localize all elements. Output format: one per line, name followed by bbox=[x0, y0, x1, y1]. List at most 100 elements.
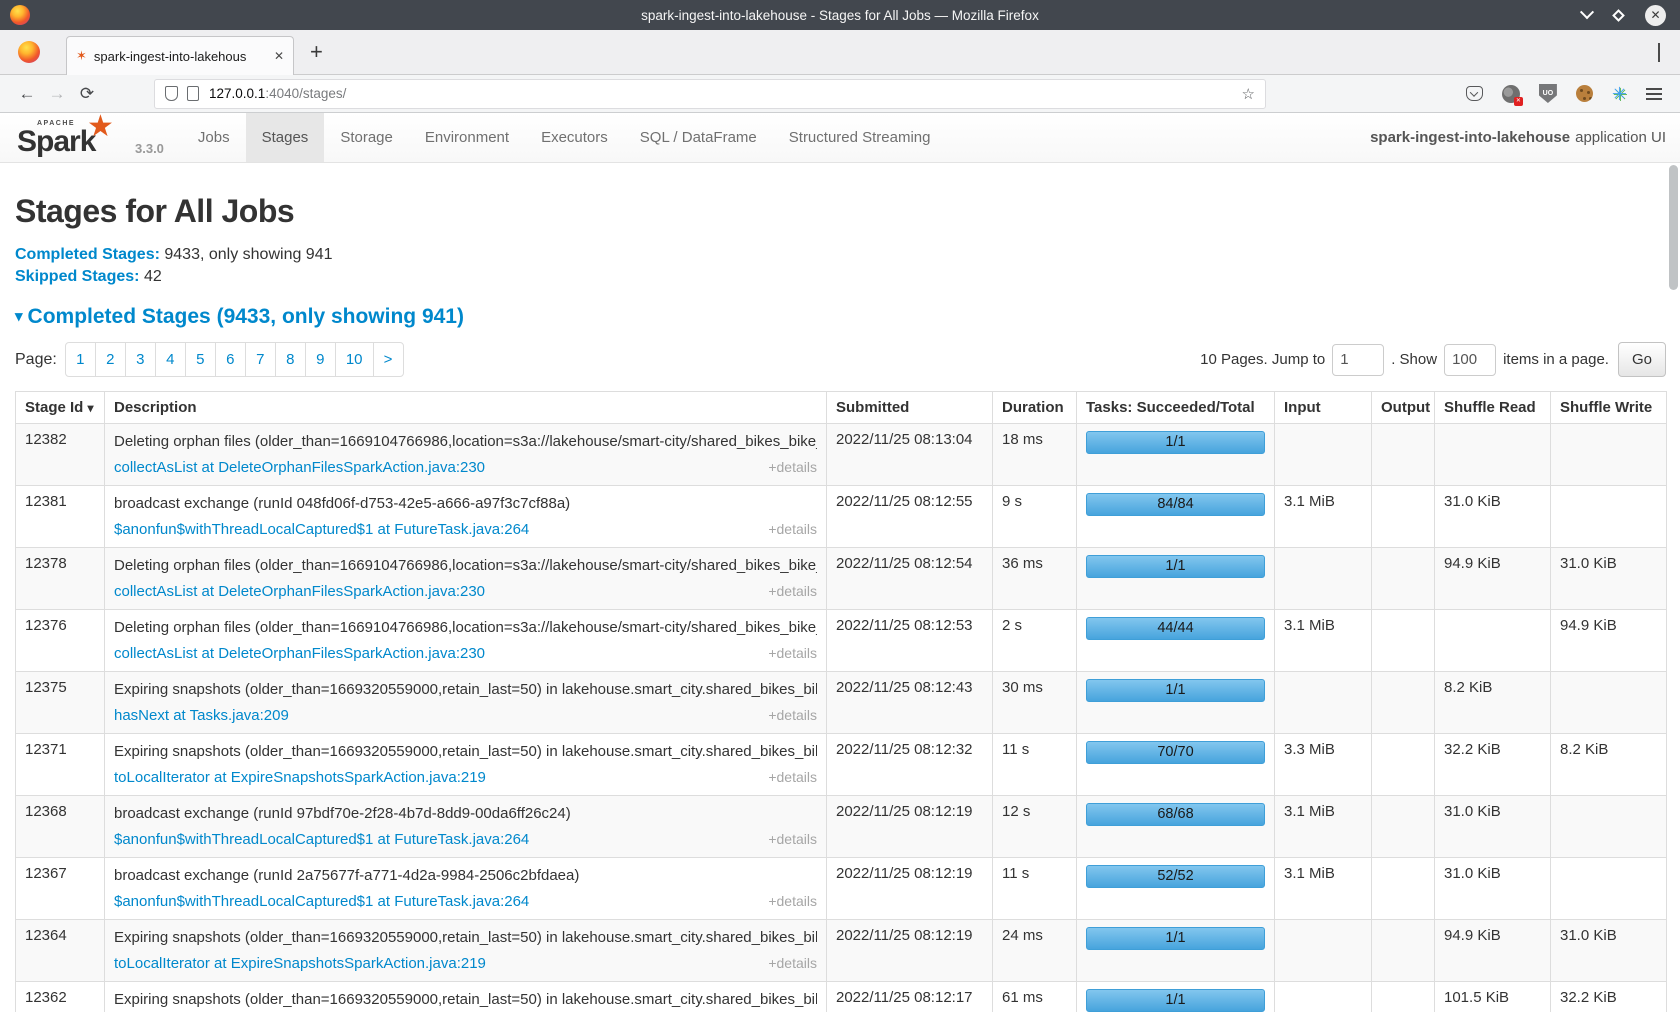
details-toggle[interactable]: +details bbox=[768, 581, 817, 602]
spark-star-icon: ★ bbox=[87, 109, 114, 144]
submitted-cell: 2022/11/25 08:12:19 bbox=[827, 920, 993, 982]
window-minimize-icon[interactable] bbox=[1580, 5, 1594, 19]
tracking-shield-icon[interactable] bbox=[165, 86, 178, 101]
spark-nav-storage[interactable]: Storage bbox=[324, 113, 409, 162]
browser-tab[interactable]: ✶ spark-ingest-into-lakehous ✕ bbox=[66, 36, 294, 75]
vertical-scrollbar-thumb[interactable] bbox=[1669, 165, 1678, 290]
spark-logo[interactable]: APACHE Spark ★ bbox=[15, 113, 133, 162]
col-stage-id[interactable]: Stage Id ▾ bbox=[16, 392, 105, 424]
stage-detail-link[interactable]: toLocalIterator at ExpireSnapshotsSparkA… bbox=[114, 953, 486, 974]
list-all-tabs-button[interactable] bbox=[1658, 43, 1660, 61]
stage-description: Expiring snapshots (older_than=166932055… bbox=[114, 741, 817, 762]
details-toggle[interactable]: +details bbox=[768, 953, 817, 974]
col-submitted[interactable]: Submitted bbox=[827, 392, 993, 424]
items-per-page-input[interactable] bbox=[1444, 344, 1496, 376]
new-tab-button[interactable]: + bbox=[310, 41, 323, 63]
shuffle-read-cell: 101.5 KiB bbox=[1435, 982, 1551, 1012]
back-button[interactable]: ← bbox=[12, 84, 42, 104]
window-titlebar: spark-ingest-into-lakehouse - Stages for… bbox=[0, 0, 1680, 30]
submitted-cell: 2022/11/25 08:12:17 bbox=[827, 982, 993, 1012]
extension-asterisk-icon[interactable]: ✳ bbox=[1612, 85, 1627, 103]
duration-cell: 18 ms bbox=[993, 424, 1077, 486]
stage-row-12378: 12378Deleting orphan files (older_than=1… bbox=[16, 548, 1667, 610]
stage-id-cell: 12362 bbox=[16, 982, 105, 1012]
stage-detail-link[interactable]: toLocalIterator at ExpireSnapshotsSparkA… bbox=[114, 767, 486, 788]
details-toggle[interactable]: +details bbox=[768, 829, 817, 850]
spark-nav-jobs[interactable]: Jobs bbox=[182, 113, 246, 162]
col-tasks[interactable]: Tasks: Succeeded/Total bbox=[1077, 392, 1275, 424]
details-toggle[interactable]: +details bbox=[768, 519, 817, 540]
jump-to-page-input[interactable] bbox=[1332, 344, 1384, 376]
page-button-9[interactable]: 9 bbox=[305, 342, 336, 377]
forward-button[interactable]: → bbox=[42, 84, 72, 104]
details-toggle[interactable]: +details bbox=[768, 705, 817, 726]
completed-stages-section-toggle[interactable]: ▾Completed Stages (9433, only showing 94… bbox=[15, 305, 1666, 329]
tasks-cell: 44/44 bbox=[1077, 610, 1275, 672]
tasks-progress-bar: 1/1 bbox=[1086, 679, 1265, 702]
stage-detail-link[interactable]: collectAsList at DeleteOrphanFilesSparkA… bbox=[114, 581, 485, 602]
page-button-7[interactable]: 7 bbox=[245, 342, 276, 377]
input-cell: 3.1 MiB bbox=[1275, 858, 1372, 920]
cookie-extension-icon[interactable] bbox=[1576, 85, 1593, 102]
output-cell bbox=[1372, 486, 1435, 548]
stage-detail-link[interactable]: collectAsList at DeleteOrphanFilesSparkA… bbox=[114, 643, 485, 664]
page-info-icon[interactable] bbox=[187, 86, 199, 101]
spark-nav-environment[interactable]: Environment bbox=[409, 113, 525, 162]
details-toggle[interactable]: +details bbox=[768, 457, 817, 478]
stage-description: Expiring snapshots (older_than=166932055… bbox=[114, 679, 817, 700]
details-toggle[interactable]: +details bbox=[768, 643, 817, 664]
description-cell: Expiring snapshots (older_than=166932055… bbox=[105, 672, 827, 734]
url-bar[interactable]: 127.0.0.1:4040/stages/ ☆ bbox=[154, 79, 1266, 109]
details-toggle[interactable]: +details bbox=[768, 891, 817, 912]
ublock-origin-icon[interactable]: UO bbox=[1539, 84, 1557, 103]
col-shuffle-write[interactable]: Shuffle Write bbox=[1551, 392, 1667, 424]
page-button-3[interactable]: 3 bbox=[125, 342, 156, 377]
application-ui-label: spark-ingest-into-lakehouse application … bbox=[1370, 113, 1666, 162]
col-shuffle-read[interactable]: Shuffle Read bbox=[1435, 392, 1551, 424]
stage-row-12364: 12364Expiring snapshots (older_than=1669… bbox=[16, 920, 1667, 982]
menu-hamburger-icon[interactable] bbox=[1646, 88, 1662, 100]
page-button-4[interactable]: 4 bbox=[155, 342, 186, 377]
page-button-10[interactable]: 10 bbox=[335, 342, 374, 377]
page-button-2[interactable]: 2 bbox=[95, 342, 126, 377]
stage-detail-link[interactable]: $anonfun$withThreadLocalCaptured$1 at Fu… bbox=[114, 519, 529, 540]
stage-detail-link[interactable]: hasNext at Tasks.java:209 bbox=[114, 705, 289, 726]
spark-nav-executors[interactable]: Executors bbox=[525, 113, 624, 162]
submitted-cell: 2022/11/25 08:12:43 bbox=[827, 672, 993, 734]
account-container-icon[interactable] bbox=[1502, 85, 1520, 103]
spark-nav-structured-streaming[interactable]: Structured Streaming bbox=[773, 113, 947, 162]
window-maximize-icon[interactable] bbox=[1612, 9, 1625, 22]
col-description[interactable]: Description bbox=[105, 392, 827, 424]
details-toggle[interactable]: +details bbox=[768, 767, 817, 788]
tab-close-icon[interactable]: ✕ bbox=[274, 49, 284, 63]
shuffle-write-cell bbox=[1551, 796, 1667, 858]
stage-detail-link[interactable]: $anonfun$withThreadLocalCaptured$1 at Fu… bbox=[114, 829, 529, 850]
reload-button[interactable]: ⟳ bbox=[72, 84, 102, 104]
stage-detail-link[interactable]: $anonfun$withThreadLocalCaptured$1 at Fu… bbox=[114, 891, 529, 912]
bookmark-star-icon[interactable]: ☆ bbox=[1242, 85, 1255, 103]
window-close-icon[interactable]: ✕ bbox=[1645, 5, 1666, 26]
page-button->[interactable]: > bbox=[373, 342, 404, 377]
stage-row-12368: 12368broadcast exchange (runId 97bdf70e-… bbox=[16, 796, 1667, 858]
page-button-group: 12345678910> bbox=[65, 342, 404, 377]
go-button[interactable]: Go bbox=[1618, 342, 1666, 377]
col-output[interactable]: Output bbox=[1372, 392, 1435, 424]
pocket-icon[interactable] bbox=[1466, 86, 1483, 101]
shuffle-read-cell: 94.9 KiB bbox=[1435, 548, 1551, 610]
stage-detail-link[interactable]: collectAsList at DeleteOrphanFilesSparkA… bbox=[114, 457, 485, 478]
sort-desc-icon: ▾ bbox=[88, 401, 94, 415]
spark-navbar: APACHE Spark ★ 3.3.0 JobsStagesStorageEn… bbox=[0, 113, 1680, 163]
spark-nav-sql-dataframe[interactable]: SQL / DataFrame bbox=[624, 113, 773, 162]
page-button-8[interactable]: 8 bbox=[275, 342, 306, 377]
input-cell bbox=[1275, 424, 1372, 486]
page-button-1[interactable]: 1 bbox=[65, 342, 96, 377]
show-label: . Show bbox=[1391, 351, 1437, 368]
spark-nav-stages[interactable]: Stages bbox=[246, 113, 325, 162]
page-button-5[interactable]: 5 bbox=[185, 342, 216, 377]
tasks-cell: 70/70 bbox=[1077, 734, 1275, 796]
description-cell: broadcast exchange (runId 2a75677f-a771-… bbox=[105, 858, 827, 920]
col-duration[interactable]: Duration bbox=[993, 392, 1077, 424]
col-input[interactable]: Input bbox=[1275, 392, 1372, 424]
page-button-6[interactable]: 6 bbox=[215, 342, 246, 377]
shuffle-read-cell bbox=[1435, 424, 1551, 486]
